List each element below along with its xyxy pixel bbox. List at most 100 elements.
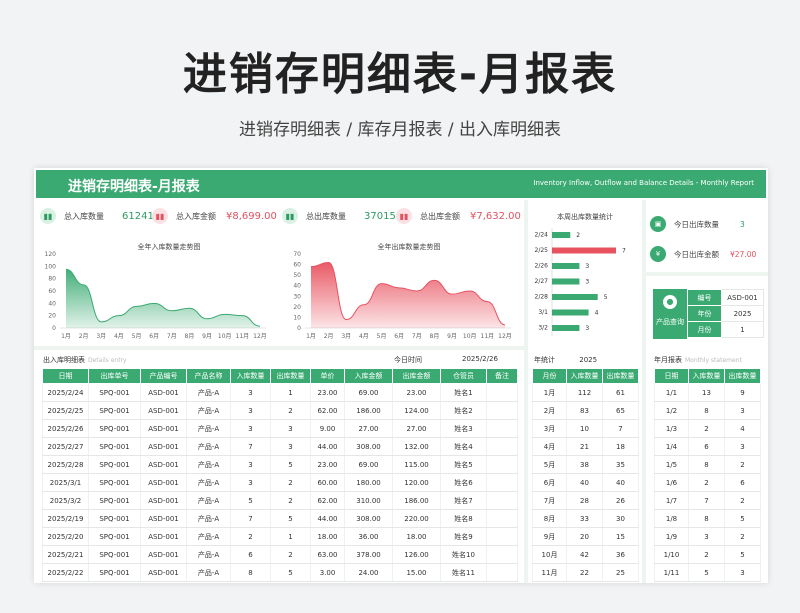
chart-week-title: 本周出库数量统计 [557, 213, 613, 221]
column-header: 日期 [654, 368, 689, 384]
year-stats-row: 2月 83 65 [532, 401, 639, 420]
table-cell: 24.00 [344, 563, 393, 582]
table-cell: ASD-001 [140, 545, 187, 564]
y-tick-label: 100 [45, 263, 57, 270]
bar [552, 278, 580, 285]
bar-chart-icon: ▮▮ [396, 208, 412, 224]
data-label: 3 [585, 263, 589, 270]
table-cell [486, 455, 518, 474]
table-cell: 36 [602, 545, 639, 564]
table-cell: 115.00 [392, 455, 441, 474]
x-tick-label: 11月 [236, 333, 250, 340]
month-report-row: 1/8 8 5 [654, 509, 761, 528]
banner-title: 进销存明细表-月报表 [68, 179, 200, 195]
y-tick-label: 0 [52, 325, 56, 332]
month-report-row: 1/9 3 2 [654, 527, 761, 546]
product-query-value: 1 [721, 321, 764, 338]
table-cell: 7月 [532, 491, 567, 510]
y-tick-label: 60 [48, 288, 56, 295]
table-cell: 5 [270, 509, 311, 528]
year-stats-row: 6月 40 40 [532, 473, 639, 492]
detail-row: 2025/3/1 SPQ-001 ASD-001 产品-A 3 2 60.00 180.00 1… [42, 473, 518, 492]
table-cell: 3 [724, 437, 761, 456]
column-header: 月份 [532, 368, 567, 384]
table-cell: 产品-A [186, 563, 231, 582]
table-cell: ASD-001 [140, 527, 187, 546]
kpi-out-qty: ▮▮ 总出库数量 37015 [282, 208, 396, 224]
table-cell: 21 [566, 437, 603, 456]
column-header: 入库数量 [230, 368, 271, 384]
table-cell: SPQ-001 [88, 563, 141, 582]
table-cell [486, 383, 518, 402]
y-tick-label: 20 [48, 313, 56, 320]
detail-title: 出入库明细表 [43, 356, 85, 364]
month-report-row: 1/10 2 5 [654, 545, 761, 564]
month-report-row: 1/11 5 3 [654, 563, 761, 582]
table-cell: 126.00 [392, 545, 441, 564]
table-cell: 124.00 [392, 401, 441, 420]
table-cell: 44.00 [310, 437, 345, 456]
x-tick-label: 9月 [447, 333, 457, 340]
table-cell: 3 [230, 473, 271, 492]
table-cell: SPQ-001 [88, 527, 141, 546]
y-tick-label: 120 [45, 251, 57, 258]
x-tick-label: 8月 [185, 333, 195, 340]
table-cell: 25 [602, 563, 639, 582]
column-header: 入库金额 [344, 368, 393, 384]
table-cell: 3 [724, 401, 761, 420]
today-value: ¥27.00 [730, 249, 757, 259]
data-label: 2 [576, 232, 580, 239]
x-tick-label: 2月 [324, 333, 334, 340]
product-query-row: 年份 2025 [687, 305, 764, 322]
table-cell: 69.00 [344, 455, 393, 474]
table-cell: 186.00 [344, 401, 393, 420]
y-tick-label: 2/25 [535, 247, 549, 254]
table-cell: 2 [270, 545, 311, 564]
column-header: 产品编号 [140, 368, 187, 384]
today-label: 今日出库金额 [674, 249, 719, 259]
product-query-key: 月份 [687, 321, 722, 338]
product-query-value: 2025 [721, 305, 764, 322]
table-cell: 3 [230, 401, 271, 420]
table-cell: ASD-001 [140, 419, 187, 438]
table-cell: 180.00 [344, 473, 393, 492]
table-cell: 3.00 [310, 563, 345, 582]
hero-subtitle: 进销存明细表 / 库存月报表 / 出入库明细表 [238, 120, 562, 140]
bar-chart-icon: ▮▮ [282, 208, 298, 224]
table-cell: 5月 [532, 455, 567, 474]
table-cell: 2025/2/20 [42, 527, 89, 546]
table-cell: 姓名9 [440, 527, 487, 546]
table-cell: ASD-001 [140, 491, 187, 510]
x-tick-label: 7月 [167, 333, 177, 340]
x-tick-label: 12月 [498, 333, 512, 340]
table-cell: 5 [230, 491, 271, 510]
table-cell: SPQ-001 [88, 419, 141, 438]
table-cell: 产品-A [186, 527, 231, 546]
table-cell: 63.00 [310, 545, 345, 564]
detail-row: 2025/3/2 SPQ-001 ASD-001 产品-A 5 2 62.00 310.00 1… [42, 491, 518, 510]
today-out-amount: ¥ 今日出库金额 ¥27.00 [650, 246, 756, 262]
table-cell: 7 [688, 491, 725, 510]
bar-chart-icon: ▮▮ [40, 208, 56, 224]
table-cell: 13 [688, 383, 725, 402]
table-cell: 10月 [532, 545, 567, 564]
kpi-label: 总出库金额 [420, 211, 460, 221]
table-cell: ASD-001 [140, 455, 187, 474]
table-cell: 23.00 [310, 383, 345, 402]
table-cell: 132.00 [392, 437, 441, 456]
table-cell: 9.00 [310, 419, 345, 438]
table-cell: ASD-001 [140, 401, 187, 420]
divider [646, 272, 768, 276]
table-cell: ASD-001 [140, 509, 187, 528]
today-value: 3 [740, 219, 745, 229]
table-cell: 2 [270, 473, 311, 492]
table-cell: 62.00 [310, 491, 345, 510]
table-cell: 1/10 [654, 545, 689, 564]
table-cell: 8 [688, 455, 725, 474]
table-cell: 3 [270, 419, 311, 438]
year-stats-row: 4月 21 18 [532, 437, 639, 456]
table-cell: 2 [270, 401, 311, 420]
table-cell: 1/5 [654, 455, 689, 474]
table-cell: 姓名1 [440, 383, 487, 402]
table-cell: 1/11 [654, 563, 689, 582]
